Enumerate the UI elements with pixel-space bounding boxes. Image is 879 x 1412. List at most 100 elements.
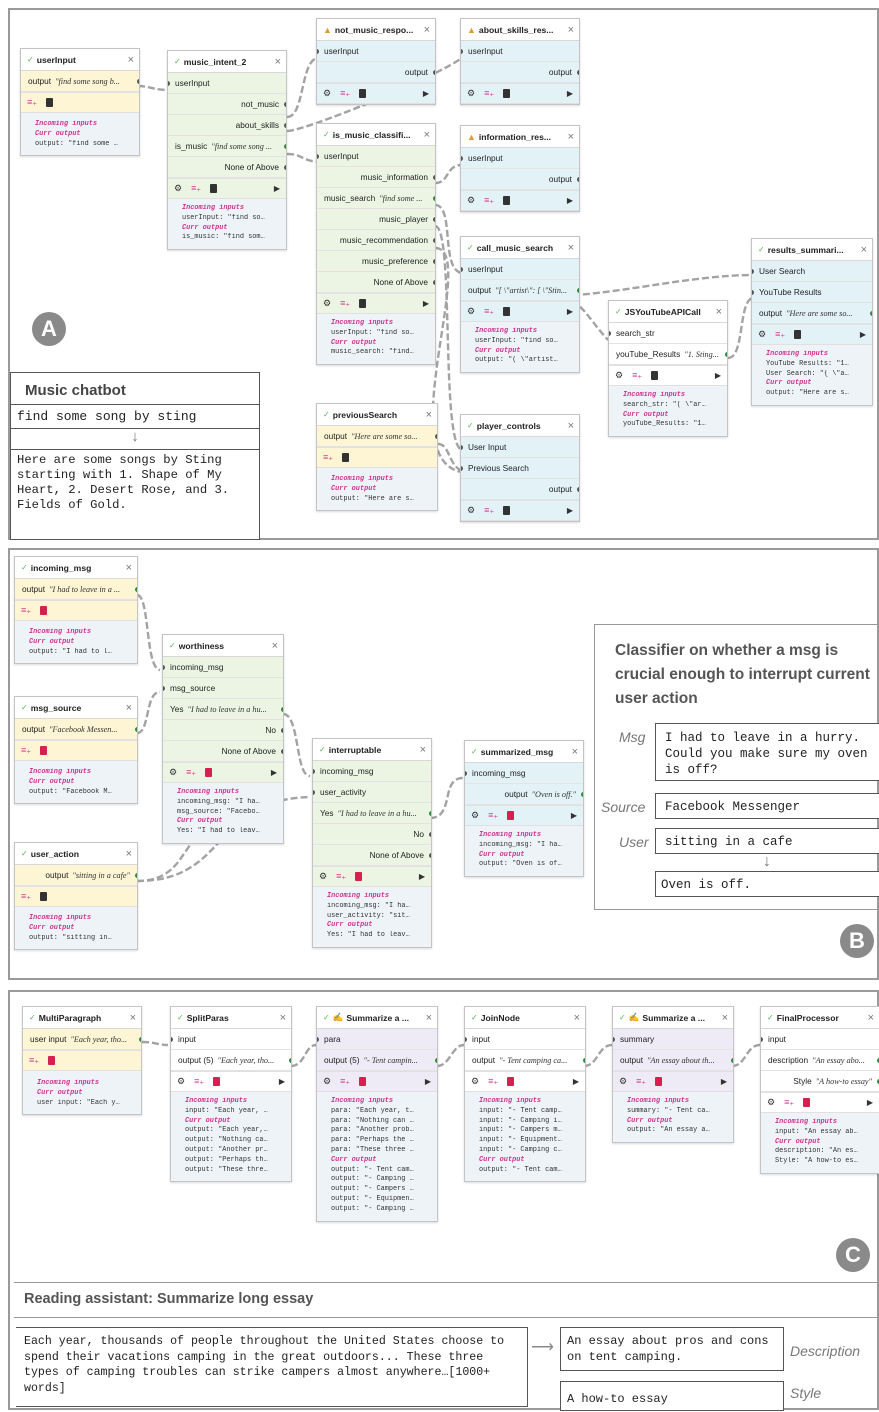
inspect-icon[interactable]	[355, 872, 363, 881]
settings-icon[interactable]: ⚙	[471, 810, 479, 821]
close-icon[interactable]: ×	[126, 562, 132, 574]
node-player-controls[interactable]: ✓ player_controls × User Input Previous Se…	[460, 414, 580, 522]
input-port[interactable]	[313, 769, 315, 774]
node-music-intent-2[interactable]: ✓ music_intent_2 × userInput not_music abo…	[167, 50, 287, 251]
node-worthiness[interactable]: ✓ worthiness × incoming_msg msg_source Yes…	[162, 634, 284, 844]
add-list-icon[interactable]: ≡₊	[484, 505, 494, 516]
close-icon[interactable]: ×	[128, 54, 134, 66]
close-icon[interactable]: ×	[272, 640, 278, 652]
inspect-icon[interactable]	[359, 89, 367, 98]
add-list-icon[interactable]: ≡₊	[27, 97, 37, 108]
inspect-icon[interactable]	[503, 196, 511, 205]
node-call-music-search[interactable]: ✓ call_music_search × userInput output "[ \…	[460, 236, 580, 374]
output-port[interactable]	[435, 1058, 437, 1063]
add-list-icon[interactable]: ≡₊	[21, 605, 31, 616]
inspect-icon[interactable]	[359, 299, 367, 308]
add-list-icon[interactable]: ≡₊	[336, 871, 346, 882]
node-not-music-response[interactable]: ▲ not_music_respo... × userInput output ⚙ ≡…	[316, 18, 436, 105]
add-list-icon[interactable]: ≡₊	[323, 452, 333, 463]
node-summarize-2[interactable]: ✓ ✍ Summarize a ... × summary output "An ess…	[612, 1006, 734, 1144]
output-port[interactable]	[433, 238, 435, 243]
input-port[interactable]	[163, 686, 165, 691]
input-port[interactable]	[163, 665, 165, 670]
input-port[interactable]	[613, 1037, 615, 1042]
add-list-icon[interactable]: ≡₊	[484, 195, 494, 206]
inspect-icon[interactable]	[40, 746, 48, 755]
node-results-summarizer[interactable]: ✓ results_summari... × User Search YouTube…	[751, 238, 873, 406]
node-joinnode[interactable]: ✓ JoinNode × input output "- Tent camping c…	[464, 1006, 586, 1183]
inspect-icon[interactable]	[507, 1077, 515, 1086]
node-is-music-classifier[interactable]: ✓ is_music_classifi... × userInput music_i…	[316, 123, 436, 366]
output-port[interactable]	[284, 123, 286, 128]
add-list-icon[interactable]: ≡₊	[21, 891, 31, 902]
add-list-icon[interactable]: ≡₊	[632, 370, 642, 381]
add-list-icon[interactable]: ≡₊	[29, 1055, 39, 1066]
settings-icon[interactable]: ⚙	[174, 183, 182, 194]
close-icon[interactable]: ×	[126, 702, 132, 714]
inspect-icon[interactable]	[651, 371, 659, 380]
play-icon[interactable]: ▶	[721, 1077, 727, 1086]
play-icon[interactable]: ▶	[423, 299, 429, 308]
inspect-icon[interactable]	[342, 453, 350, 462]
input-port[interactable]	[461, 49, 463, 54]
output-port[interactable]	[577, 70, 579, 75]
add-list-icon[interactable]: ≡₊	[636, 1076, 646, 1087]
node-splitparas[interactable]: ✓ SplitParas × input output (5) "Each year,…	[170, 1006, 292, 1183]
output-port[interactable]	[577, 288, 579, 293]
play-icon[interactable]: ▶	[573, 1077, 579, 1086]
settings-icon[interactable]: ⚙	[615, 370, 623, 381]
inspect-icon[interactable]	[46, 98, 54, 107]
add-list-icon[interactable]: ≡₊	[484, 306, 494, 317]
inspect-icon[interactable]	[359, 1077, 367, 1086]
close-icon[interactable]: ×	[568, 420, 574, 432]
play-icon[interactable]: ▶	[271, 768, 277, 777]
node-summarized-msg[interactable]: ✓ summarized_msg × incoming_msg output "Ove…	[464, 740, 584, 878]
add-list-icon[interactable]: ≡₊	[484, 88, 494, 99]
inspect-icon[interactable]	[40, 606, 48, 615]
add-list-icon[interactable]: ≡₊	[488, 1076, 498, 1087]
node-summarize-1[interactable]: ✓ ✍ Summarize a ... × para output (5) "- Ten…	[316, 1006, 438, 1222]
input-port[interactable]	[752, 269, 754, 274]
node-jsyoutube-api-call[interactable]: ✓ JSYouTubeAPICall × search_str youTube_Re…	[608, 300, 728, 438]
inspect-icon[interactable]	[794, 330, 802, 339]
node-interruptable[interactable]: ✓ interruptable × incoming_msg user_activi…	[312, 738, 432, 948]
add-list-icon[interactable]: ≡₊	[340, 298, 350, 309]
add-list-icon[interactable]: ≡₊	[191, 183, 201, 194]
node-information-response[interactable]: ▲ information_res... × userInput output ⚙ ≡…	[460, 125, 580, 212]
node-previous-search[interactable]: ✓ previousSearch × output "Here are some so…	[316, 403, 438, 512]
play-icon[interactable]: ▶	[860, 330, 866, 339]
add-list-icon[interactable]: ≡₊	[340, 1076, 350, 1087]
output-port[interactable]	[429, 853, 431, 858]
close-icon[interactable]: ×	[426, 409, 432, 421]
inspect-icon[interactable]	[205, 768, 213, 777]
close-icon[interactable]: ×	[568, 24, 574, 36]
output-port[interactable]	[433, 196, 435, 201]
input-port[interactable]	[461, 466, 463, 471]
inspect-icon[interactable]	[507, 811, 515, 820]
input-port[interactable]	[461, 445, 463, 450]
output-port[interactable]	[135, 587, 137, 592]
output-port[interactable]	[870, 311, 872, 316]
output-port[interactable]	[581, 792, 583, 797]
settings-icon[interactable]: ⚙	[467, 88, 475, 99]
input-port[interactable]	[609, 331, 611, 336]
input-port[interactable]	[465, 1037, 467, 1042]
close-icon[interactable]: ×	[130, 1012, 136, 1024]
input-port[interactable]	[168, 81, 170, 86]
close-icon[interactable]: ×	[280, 1012, 286, 1024]
input-port[interactable]	[313, 790, 315, 795]
output-port[interactable]	[429, 811, 431, 816]
output-port[interactable]	[433, 259, 435, 264]
add-list-icon[interactable]: ≡₊	[21, 745, 31, 756]
input-port[interactable]	[317, 1037, 319, 1042]
settings-icon[interactable]: ⚙	[767, 1097, 775, 1108]
close-icon[interactable]: ×	[424, 129, 430, 141]
close-icon[interactable]: ×	[568, 131, 574, 143]
play-icon[interactable]: ▶	[715, 371, 721, 380]
essay-input[interactable]: Each year, thousands of people throughou…	[16, 1327, 528, 1407]
node-user-action[interactable]: ✓ user_action × output "sitting in a cafe" …	[14, 842, 138, 951]
settings-icon[interactable]: ⚙	[169, 767, 177, 778]
output-port[interactable]	[135, 727, 137, 732]
user-input[interactable]: sitting in a cafe	[655, 828, 879, 854]
settings-icon[interactable]: ⚙	[467, 195, 475, 206]
